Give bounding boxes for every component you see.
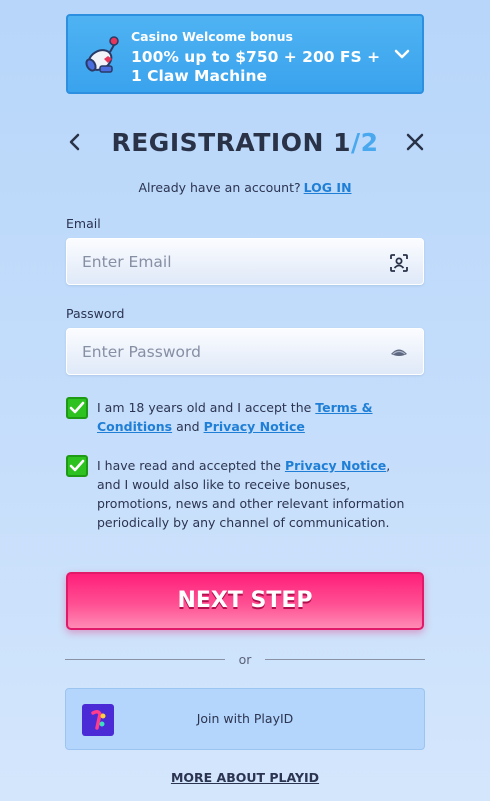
- next-step-button[interactable]: NEXT STEP: [66, 572, 424, 630]
- login-link[interactable]: LOG IN: [304, 180, 352, 195]
- join-playid-label: Join with PlayID: [196, 711, 294, 726]
- join-playid-button[interactable]: Join with PlayID: [65, 688, 425, 750]
- welcome-bonus-banner[interactable]: Casino Welcome bonus 100% up to $750 + 2…: [66, 14, 424, 94]
- privacy-notice-link[interactable]: Privacy Notice: [204, 419, 305, 434]
- title-separator: /: [350, 128, 361, 157]
- age-terms-text: I am 18 years old and I accept the Terms…: [97, 398, 417, 436]
- close-icon[interactable]: [404, 131, 426, 153]
- bonus-label: Casino Welcome bonus: [131, 29, 293, 44]
- more-about-playid-link[interactable]: MORE ABOUT PLAYID: [0, 770, 490, 785]
- title-main: REGISTRATION 1: [111, 128, 351, 157]
- checkmark-icon: [69, 401, 85, 414]
- title-total-steps: 2: [360, 128, 379, 157]
- email-label: Email: [66, 216, 101, 231]
- marketing-consent-checkbox[interactable]: [66, 455, 88, 477]
- contact-scan-icon: [390, 254, 408, 272]
- bonus-offer-text: 100% up to $750 + 200 FS + 1 Claw Machin…: [131, 48, 381, 85]
- password-label: Password: [66, 306, 125, 321]
- age-terms-text-before: I am 18 years old and I accept the: [97, 400, 316, 415]
- login-prompt: Already have an account? LOG IN: [0, 180, 490, 195]
- eye-icon[interactable]: [389, 343, 409, 363]
- age-terms-checkbox[interactable]: [66, 397, 88, 419]
- divider-line-right: [265, 659, 425, 660]
- login-prompt-text: Already have an account?: [138, 180, 301, 195]
- privacy-notice-link-2[interactable]: Privacy Notice: [285, 458, 386, 473]
- age-terms-text-mid: and: [172, 419, 204, 434]
- password-field[interactable]: Enter Password: [66, 328, 424, 375]
- chevron-down-icon[interactable]: [392, 44, 412, 64]
- marketing-text-before: I have read and accepted the: [97, 458, 285, 473]
- marketing-consent-text: I have read and accepted the Privacy Not…: [97, 456, 417, 532]
- checkmark-icon: [69, 459, 85, 472]
- page-title: REGISTRATION 1/2: [80, 128, 410, 157]
- email-placeholder: Enter Email: [82, 253, 172, 271]
- password-placeholder: Enter Password: [82, 343, 201, 361]
- email-field[interactable]: Enter Email: [66, 238, 424, 285]
- gift-cannon-icon: [85, 36, 119, 73]
